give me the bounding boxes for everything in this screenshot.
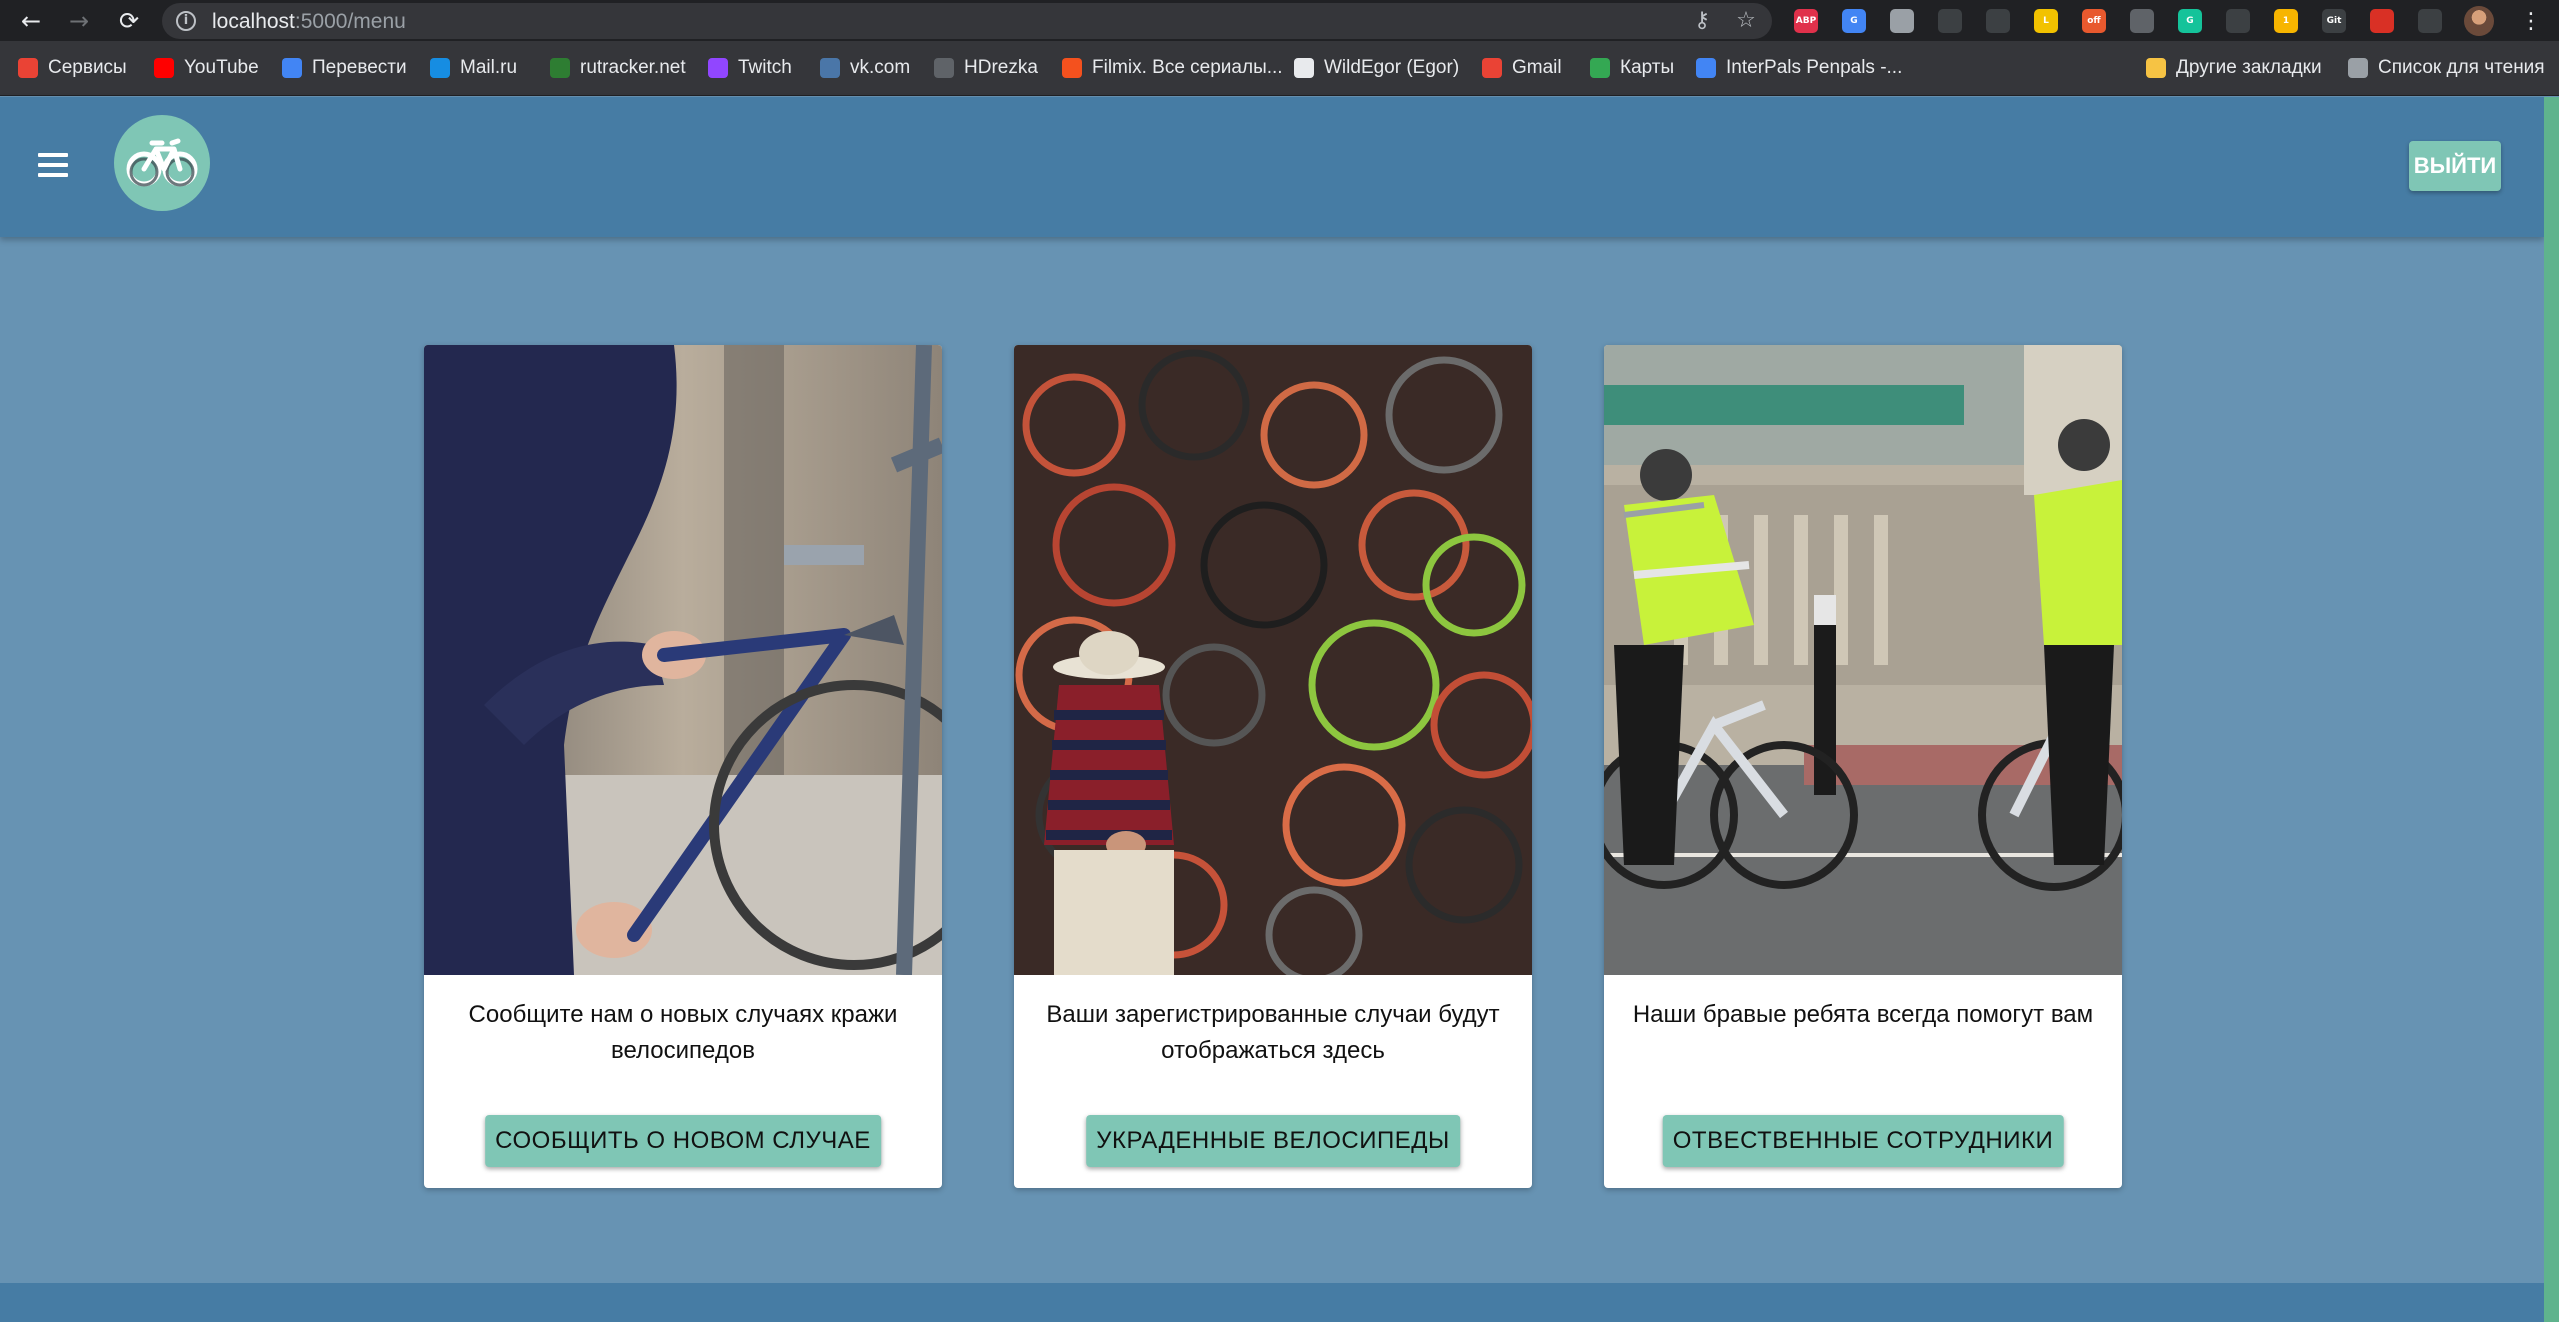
bicycle-logo[interactable] bbox=[114, 115, 210, 211]
reader-icon[interactable] bbox=[2226, 9, 2250, 33]
card-report-theft: Сообщите нам о новых случаях кражи велос… bbox=[424, 345, 942, 1188]
bookmark-mailru-icon bbox=[430, 58, 450, 78]
bookmark-maps-icon bbox=[1590, 58, 1610, 78]
bookmark-label: Перевести bbox=[312, 57, 407, 78]
card-description: Наши бравые ребята всегда помогут вам bbox=[1632, 1001, 2094, 1028]
bookmark-vk[interactable]: vk.com bbox=[820, 54, 910, 82]
picture-in-picture-icon[interactable] bbox=[1938, 9, 1962, 33]
bookmark-github[interactable]: WildEgor (Egor) bbox=[1294, 54, 1459, 82]
card-responsible-staff: Наши бравые ребята всегда помогут вам ОТ… bbox=[1604, 345, 2122, 1188]
bookmark-reading-list[interactable]: Список для чтения bbox=[2348, 54, 2545, 82]
bike-pile-photo bbox=[1014, 345, 1532, 975]
bookmark-services-icon bbox=[18, 58, 38, 78]
hamburger-menu-icon[interactable] bbox=[36, 153, 70, 181]
bookmark-label: Список для чтения bbox=[2378, 57, 2545, 78]
bookmark-twitch-icon bbox=[708, 58, 728, 78]
bookmark-label: Mail.ru bbox=[460, 57, 518, 78]
stolen-bikes-button[interactable]: УКРАДЕННЫЕ ВЕЛОСИПЕДЫ bbox=[1086, 1115, 1460, 1167]
browser-toolbar: ← → ⟳ i localhost:5000/menu ⚷ ☆ ABP G Loff… bbox=[0, 0, 2559, 41]
bookmark-other[interactable]: Другие закладки bbox=[2146, 54, 2322, 82]
app-header: ВЫЙТИ bbox=[0, 97, 2544, 237]
key-icon[interactable]: ⚷ bbox=[1690, 9, 1714, 33]
bookmark-label: WildEgor (Egor) bbox=[1324, 57, 1460, 78]
gitzip-icon[interactable]: Git bbox=[2322, 9, 2346, 33]
google-translate-icon[interactable]: G bbox=[1842, 9, 1866, 33]
bookmark-gmail[interactable]: Gmail bbox=[1482, 54, 1562, 82]
forward-arrow-icon[interactable]: → bbox=[64, 6, 94, 36]
record-icon[interactable] bbox=[2130, 9, 2154, 33]
red-extension-icon[interactable] bbox=[2370, 9, 2394, 33]
url-path: :5000/menu bbox=[294, 10, 406, 33]
l-extension-icon[interactable]: L bbox=[2034, 9, 2058, 33]
reload-icon[interactable]: ⟳ bbox=[114, 6, 144, 36]
bookmark-github-icon bbox=[1294, 58, 1314, 78]
bookmark-hdrezka[interactable]: HDrezka bbox=[934, 54, 1038, 82]
logout-button[interactable]: ВЫЙТИ bbox=[2409, 141, 2501, 191]
report-new-case-button[interactable]: СООБЩИТЬ О НОВОМ СЛУЧАЕ bbox=[485, 1115, 881, 1167]
bookmark-label: Сервисы bbox=[48, 57, 127, 78]
bookmark-gmail-icon bbox=[1482, 58, 1502, 78]
extension-gray-icon[interactable] bbox=[1890, 9, 1914, 33]
profile-avatar[interactable] bbox=[2464, 6, 2494, 36]
bookmark-label: HDrezka bbox=[964, 57, 1038, 78]
bookmark-translate-icon bbox=[282, 58, 302, 78]
address-bar[interactable]: i localhost:5000/menu ⚷ ☆ bbox=[162, 3, 1772, 39]
card-description: Сообщите нам о новых случаях кражи велос… bbox=[468, 1001, 898, 1064]
bookmark-label: Gmail bbox=[1512, 57, 1562, 78]
site-info-icon[interactable]: i bbox=[176, 11, 196, 31]
bookmark-interpals[interactable]: InterPals Penpals -... bbox=[1696, 54, 1902, 82]
bookmark-mailru[interactable]: Mail.ru bbox=[430, 54, 517, 82]
bookmark-label: Filmix. Все сериалы... bbox=[1092, 57, 1283, 78]
off-extension-icon[interactable]: off bbox=[2082, 9, 2106, 33]
responsible-staff-button[interactable]: ОТВЕСТВЕННЫЕ СОТРУДНИКИ bbox=[1662, 1115, 2064, 1167]
back-arrow-icon[interactable]: ← bbox=[16, 6, 46, 36]
scrollbar-track[interactable] bbox=[2544, 97, 2559, 1322]
bookmark-reading-list-icon bbox=[2348, 58, 2368, 78]
grammarly-icon[interactable]: G bbox=[2178, 9, 2202, 33]
bookmark-other-icon bbox=[2146, 58, 2166, 78]
url-text[interactable]: localhost:5000/menu bbox=[212, 10, 406, 34]
puzzle-icon[interactable] bbox=[2418, 9, 2442, 33]
bookmark-label: YouTube bbox=[184, 57, 259, 78]
eyedropper-icon[interactable] bbox=[1986, 9, 2010, 33]
bookmark-maps[interactable]: Карты bbox=[1590, 54, 1674, 82]
bookmark-rutracker-icon bbox=[550, 58, 570, 78]
bookmark-filmix-icon bbox=[1062, 58, 1082, 78]
bookmark-label: Twitch bbox=[738, 57, 792, 78]
card-description: Ваши зарегистрированные случаи будут ото… bbox=[1046, 1001, 1500, 1064]
badge-extension-icon[interactable]: 1 bbox=[2274, 9, 2298, 33]
police-cyclists-photo bbox=[1604, 345, 2122, 975]
bookmark-label: Другие закладки bbox=[2176, 57, 2322, 78]
url-host: localhost bbox=[212, 10, 295, 33]
bookmark-youtube[interactable]: YouTube bbox=[154, 54, 259, 82]
bookmark-label: InterPals Penpals -... bbox=[1726, 57, 1903, 78]
bookmark-translate[interactable]: Перевести bbox=[282, 54, 407, 82]
bookmark-services[interactable]: Сервисы bbox=[18, 54, 127, 82]
bookmark-label: Карты bbox=[1620, 57, 1675, 78]
bookmark-label: rutracker.net bbox=[580, 57, 686, 78]
bookmark-youtube-icon bbox=[154, 58, 174, 78]
adblock-plus-icon[interactable]: ABP bbox=[1794, 9, 1818, 33]
bicycle-icon bbox=[126, 138, 198, 187]
bookmark-hdrezka-icon bbox=[934, 58, 954, 78]
card-stolen-bikes: Ваши зарегистрированные случаи будут ото… bbox=[1014, 345, 1532, 1188]
bike-theft-photo bbox=[424, 345, 942, 975]
bookmark-filmix[interactable]: Filmix. Все сериалы... bbox=[1062, 54, 1283, 82]
bookmark-label: vk.com bbox=[850, 57, 911, 78]
app-footer bbox=[0, 1283, 2544, 1322]
star-bookmark-icon[interactable]: ☆ bbox=[1734, 9, 1758, 33]
browser-menu-icon[interactable]: ⋮ bbox=[2520, 8, 2542, 34]
bookmarks-bar: Сервисы YouTube Перевести Mail.ru rutracker.… bbox=[0, 41, 2559, 96]
bookmark-rutracker[interactable]: rutracker.net bbox=[550, 54, 686, 82]
bookmark-vk-icon bbox=[820, 58, 840, 78]
bookmark-interpals-icon bbox=[1696, 58, 1716, 78]
bookmark-twitch[interactable]: Twitch bbox=[708, 54, 792, 82]
